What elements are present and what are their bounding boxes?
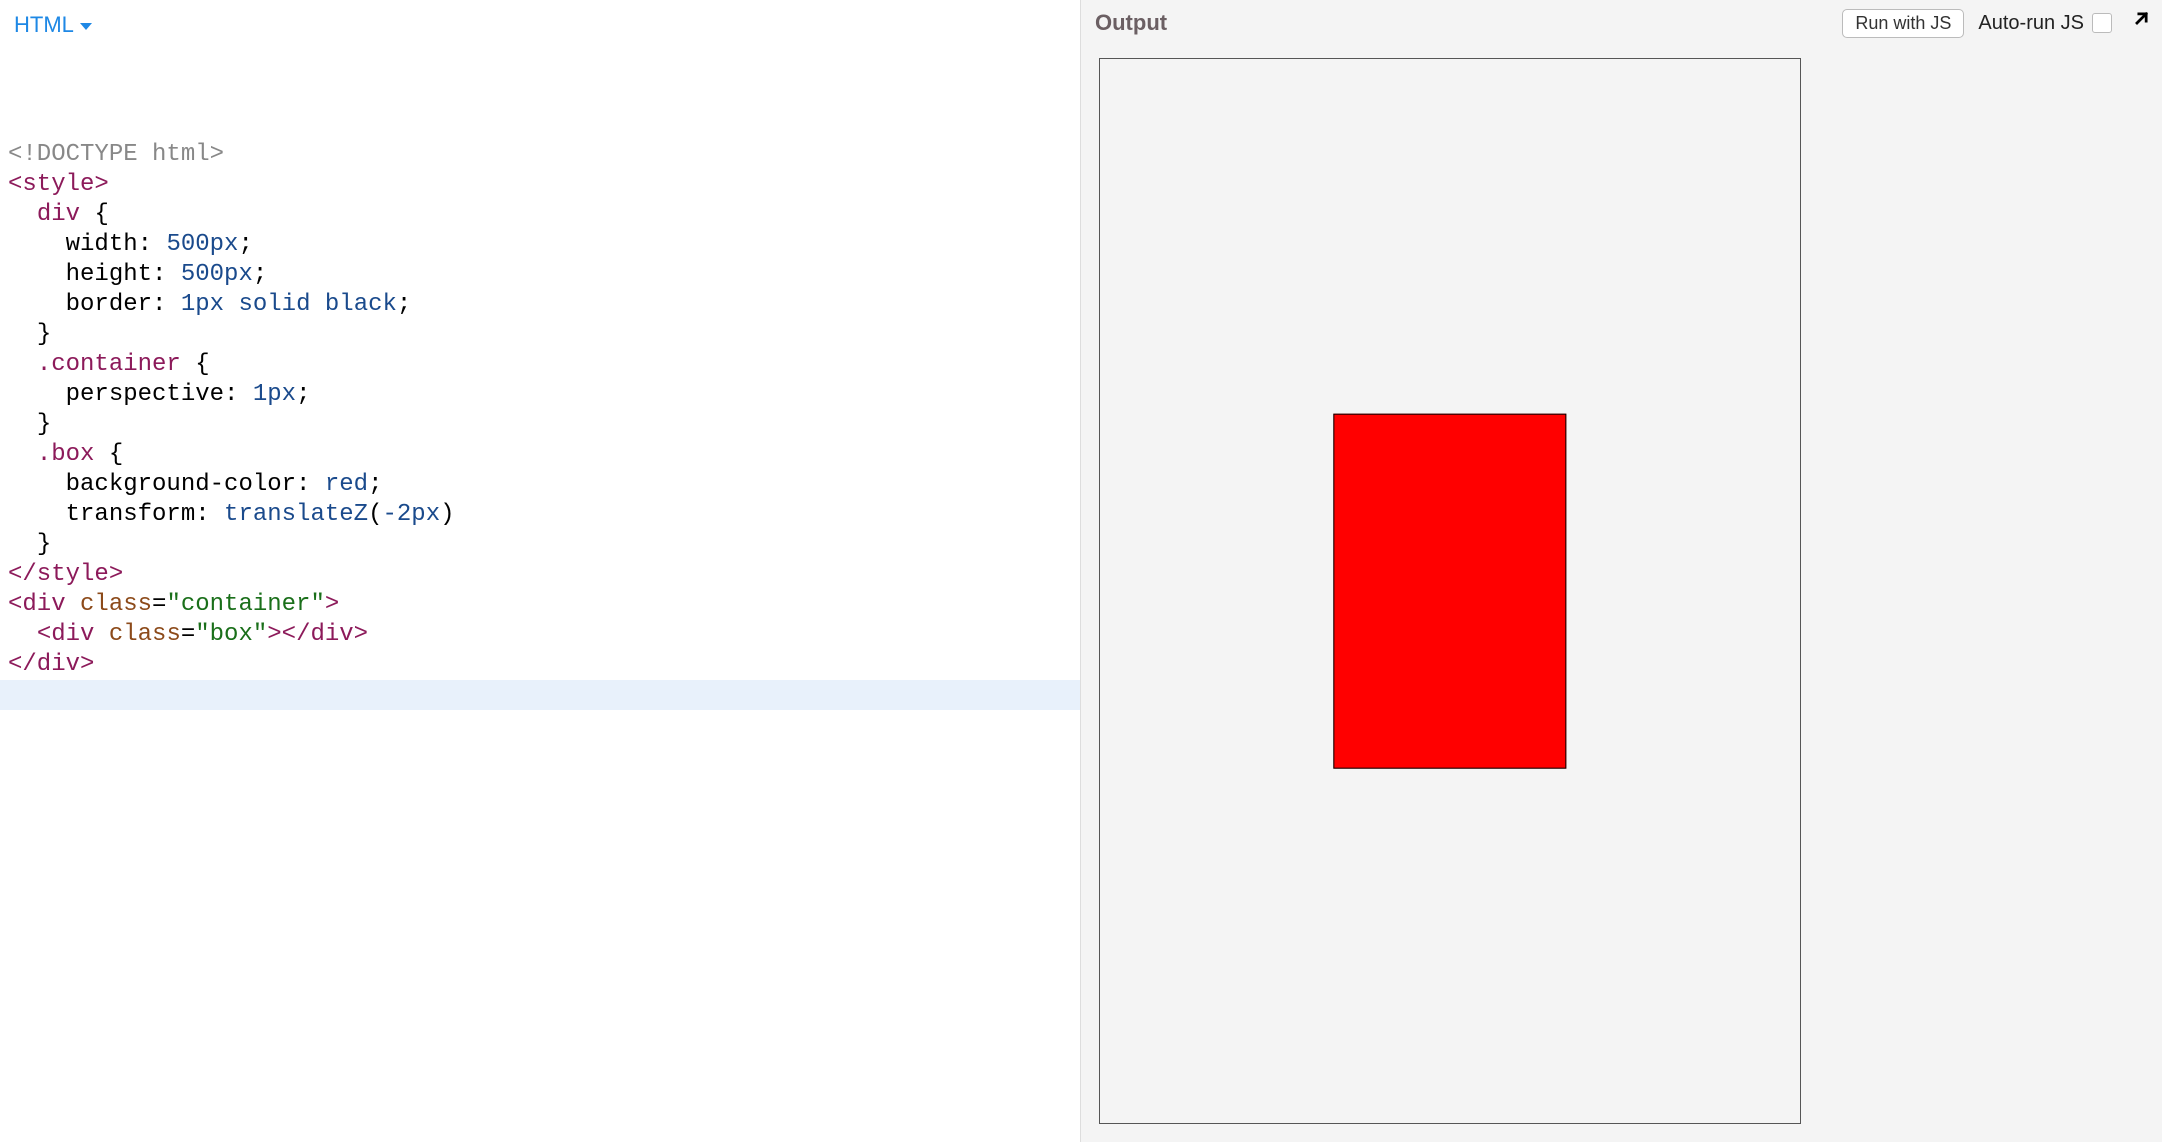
- output-area: [1081, 46, 2162, 1142]
- code-content: <!DOCTYPE html><style> div { width: 500p…: [8, 140, 1072, 680]
- render-box: [1333, 414, 1566, 769]
- output-title: Output: [1095, 10, 1167, 36]
- run-button[interactable]: Run with JS: [1842, 9, 1964, 38]
- autorun-toggle[interactable]: Auto-run JS: [1978, 12, 2112, 35]
- output-header: Output Run with JS Auto-run JS: [1081, 0, 2162, 46]
- expand-icon[interactable]: [2126, 12, 2148, 34]
- autorun-checkbox[interactable]: [2092, 13, 2112, 33]
- language-dropdown[interactable]: HTML: [14, 12, 74, 38]
- autorun-label: Auto-run JS: [1978, 12, 2084, 35]
- code-editor[interactable]: <!DOCTYPE html><style> div { width: 500p…: [0, 46, 1080, 1142]
- editor-header: HTML: [0, 0, 1080, 46]
- app-root: HTML <!DOCTYPE html><style> div { width:…: [0, 0, 2162, 1142]
- output-pane: Output Run with JS Auto-run JS: [1081, 0, 2162, 1142]
- editor-highlight-line: [0, 680, 1080, 710]
- editor-pane: HTML <!DOCTYPE html><style> div { width:…: [0, 0, 1081, 1142]
- caret-down-icon: [80, 23, 92, 30]
- render-container: [1099, 58, 1801, 1124]
